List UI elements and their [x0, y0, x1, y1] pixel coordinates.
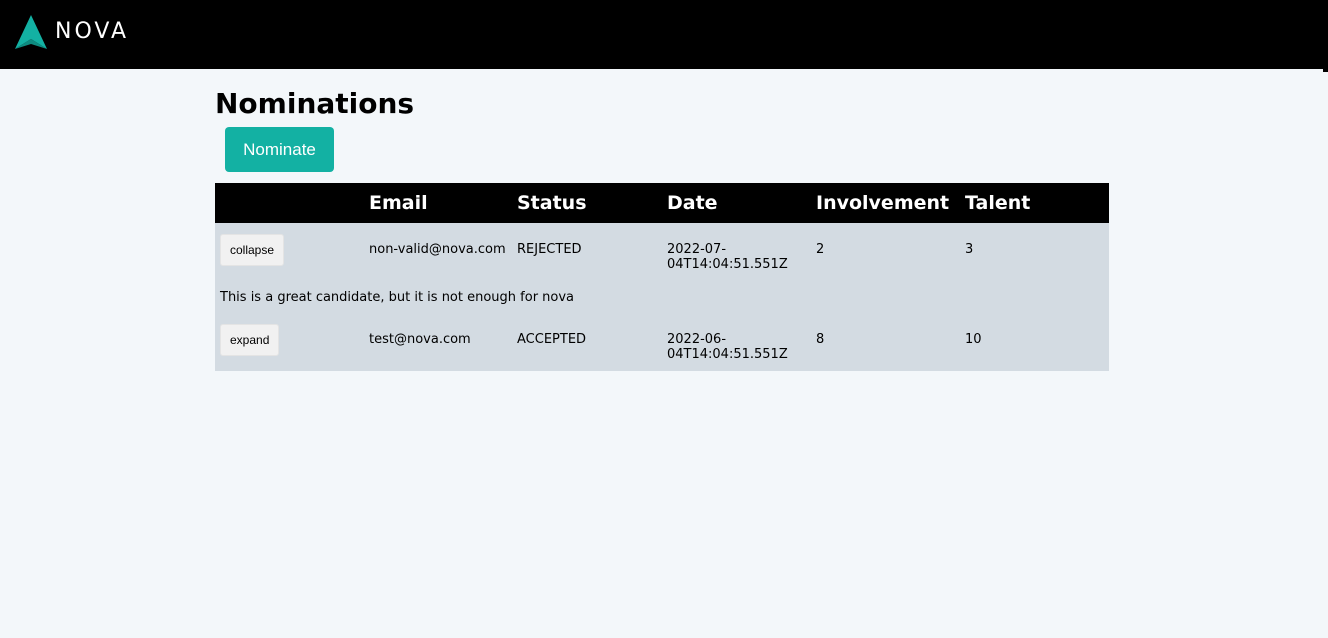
top-bar-edge [1323, 0, 1328, 72]
column-header-date: Date [667, 192, 718, 214]
top-navigation-bar: NOVA [0, 0, 1323, 69]
page-title: Nominations [215, 87, 415, 120]
row-involvement: 2 [816, 242, 825, 257]
brand-name: NOVA [55, 19, 130, 44]
nominations-table: Email Status Date Involvement Talent col… [215, 183, 1109, 371]
row-status: ACCEPTED [517, 332, 587, 347]
row-email: test@nova.com [369, 332, 471, 347]
row-date-line2: 04T14:04:51.551Z [667, 347, 788, 362]
collapse-button[interactable]: collapse [220, 234, 284, 266]
brand-logo[interactable]: NOVA [15, 15, 129, 49]
row-detail-text: This is a great candidate, but it is not… [220, 290, 575, 305]
row-date-line1: 2022-07- [667, 242, 727, 257]
row-talent: 10 [965, 332, 982, 347]
row-email: non-valid@nova.com [369, 242, 506, 257]
row-involvement: 8 [816, 332, 825, 347]
row-talent: 3 [965, 242, 974, 257]
nominate-button[interactable]: Nominate [225, 127, 334, 172]
nova-a-logo-icon [15, 15, 47, 49]
column-header-talent: Talent [965, 192, 1031, 214]
column-header-involvement: Involvement [816, 192, 950, 214]
row-date-line2: 04T14:04:51.551Z [667, 257, 788, 272]
row-date-line1: 2022-06- [667, 332, 727, 347]
expand-button[interactable]: expand [220, 324, 279, 356]
row-status: REJECTED [517, 242, 582, 257]
table-header: Email Status Date Involvement Talent [215, 183, 1109, 223]
column-header-email: Email [369, 192, 428, 214]
column-header-status: Status [517, 192, 587, 214]
